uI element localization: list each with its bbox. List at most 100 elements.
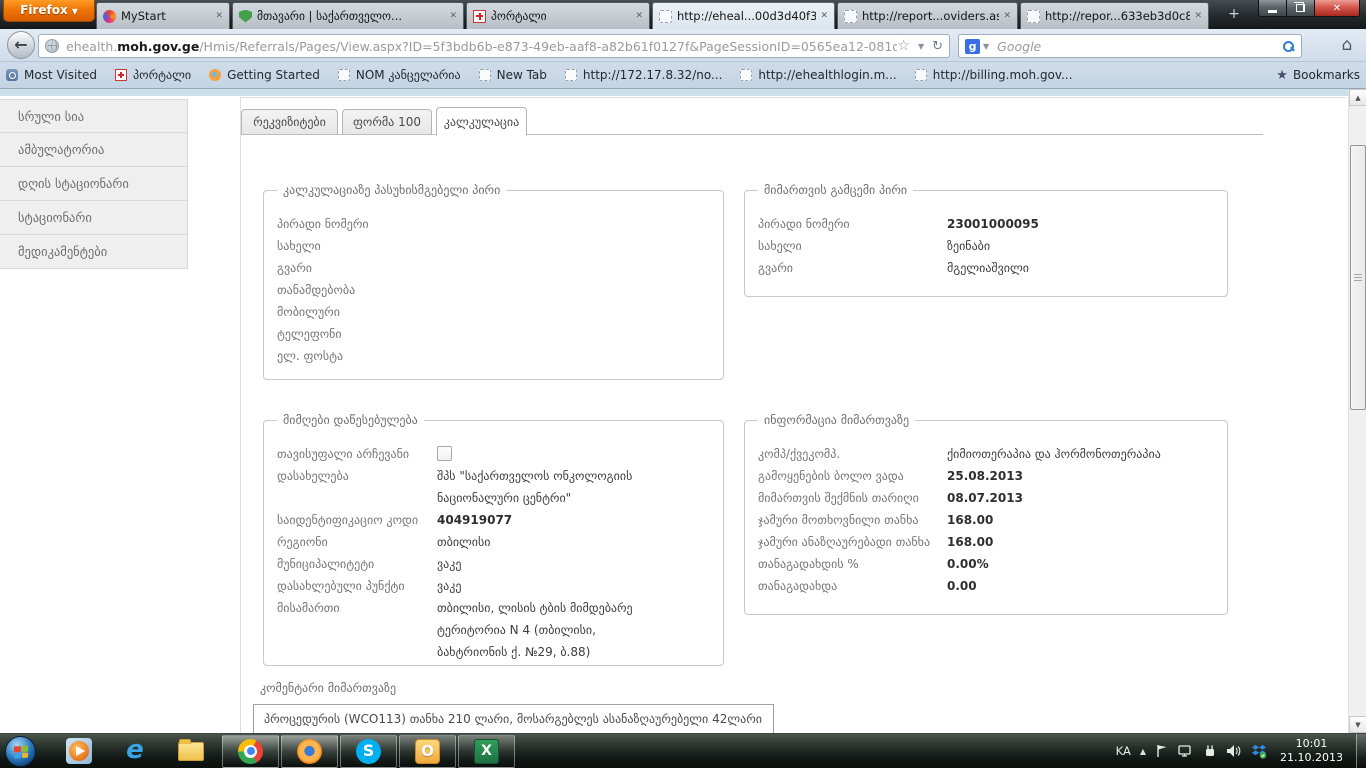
fieldset-calculation-responsible: კალკულაციაზე პასუხისმგებელი პირიპირადი ნ… [263,190,724,380]
browser-tab[interactable]: http://report...oviders.aspx ✕ [837,2,1018,29]
field-row: ჯამური მოთხოვნილი თანხა168.00 [758,509,1213,531]
field-row: თანაგადახდის %0.00% [758,553,1213,575]
minimize-button[interactable] [1258,0,1287,17]
dropbox-icon[interactable] [1251,744,1267,759]
power-plug-icon[interactable] [1203,744,1217,758]
outlook-taskbar-button[interactable]: O [399,735,456,768]
bookmark-item[interactable]: პორტალი [115,68,191,82]
network-icon[interactable] [1178,744,1194,758]
screen: Firefox▼ MyStart✕მთავარი | საქართველო...… [0,0,1366,768]
home-button[interactable]: ⌂ [1334,32,1360,58]
sidebar-item[interactable]: სრული სია [0,99,188,133]
field-value: 404919077 [437,509,512,531]
bookmarks-menu-button[interactable]: ★ Bookmarks [1276,68,1360,83]
tab-close-icon[interactable]: ✕ [215,11,223,21]
tab-close-icon[interactable]: ✕ [449,11,457,21]
scroll-down-button[interactable]: ▼ [1349,716,1366,733]
field-value: ვაკე [437,575,461,597]
search-icon[interactable] [1282,40,1295,53]
firefox-taskbar-button[interactable] [281,735,338,768]
speaker-icon[interactable] [1226,744,1242,758]
scroll-up-button[interactable]: ▲ [1349,89,1366,106]
field-value: 25.08.2013 [947,465,1023,487]
browser-tab[interactable]: MyStart✕ [96,2,230,29]
excel-taskbar-button[interactable]: X [458,735,515,768]
page-tab[interactable]: ფორმა 100 [342,109,432,135]
url-bar[interactable]: ehealth.moh.gov.ge/Hmis/Referrals/Pages/… [38,34,950,58]
placeholder-icon [915,69,927,81]
bookmark-item[interactable]: Getting Started [209,68,320,82]
url-text[interactable]: ehealth.moh.gov.ge/Hmis/Referrals/Pages/… [66,39,897,54]
action-center-flag-icon[interactable] [1155,744,1169,758]
page-scrollbar[interactable]: ▲ ▼ [1348,89,1366,733]
field-row: მისამართითბილისი, ლისის ტბის მიმდებარე ტ… [277,597,709,663]
language-indicator[interactable]: KA [1116,744,1131,758]
sidebar-item[interactable]: სტაციონარი [0,201,188,235]
minimize-icon [1268,10,1277,13]
page-tab[interactable]: რეკვიზიტები [241,109,338,135]
sidebar-item[interactable]: მედიკამენტები [0,235,188,269]
tray-expand-icon[interactable]: ▲ [1140,747,1146,756]
new-tab-button[interactable]: + [1222,6,1246,24]
bookmark-star-icon[interactable]: ☆ [897,38,910,54]
tray-time: 10:01 [1280,737,1343,751]
tab-close-icon[interactable]: ✕ [635,11,643,21]
page-tab[interactable]: კალკულაცია [436,107,527,136]
bookmark-item[interactable]: http://billing.moh.gov... [915,68,1073,82]
bookmark-item[interactable]: http://172.17.8.32/no... [565,68,723,82]
scrollbar-thumb[interactable] [1350,145,1366,410]
firefox-menu-label: Firefox [20,3,68,17]
windows-media-player-icon[interactable] [66,738,92,764]
browser-tab[interactable]: http://repor...633eb3d0c84 ✕ [1020,2,1209,29]
start-button[interactable] [5,736,36,767]
sidebar-item[interactable]: დღის სტაციონარი [0,167,188,201]
sidebar-item[interactable]: ამბულატორია [0,133,188,167]
field-label: ტელეფონი [277,323,437,345]
tab-close-icon[interactable]: ✕ [1194,11,1202,21]
bookmark-items: Most Visited პორტალი Getting Started NOM კა… [6,68,1276,82]
windows-explorer-icon[interactable] [178,738,204,764]
google-icon[interactable]: g [965,39,980,54]
browser-tab[interactable]: მთავარი | საქართველო...✕ [232,2,464,29]
close-button[interactable]: ✕ [1314,0,1360,17]
field-label: თანაგადახდის % [758,553,947,575]
skype-taskbar-button[interactable]: S [340,735,397,768]
url-dropdown-icon[interactable]: ▼ [918,42,924,51]
browser-tab[interactable]: http://eheal...00d3d40f3a1✕ [652,2,835,29]
bookmark-item[interactable]: Most Visited [6,68,97,82]
chrome-taskbar-button[interactable] [222,735,279,768]
bookmark-item[interactable]: http://ehealthlogin.m... [740,68,896,82]
maximize-button[interactable] [1287,0,1314,17]
field-label: დასახლებული პუნქტი [277,575,437,597]
browser-tab-bar: Firefox▼ MyStart✕მთავარი | საქართველო...… [0,0,1366,29]
search-input[interactable]: g ▼ Google [958,34,1302,58]
field-label: სახელი [758,235,947,257]
field-row: გვარი [277,257,709,279]
reload-icon[interactable]: ↻ [932,39,943,54]
field-row: ტელეფონი [277,323,709,345]
field-label: პირადი ნომერი [758,213,947,235]
show-desktop-button[interactable] [1356,734,1366,768]
field-label: თანაგადახდა [758,575,947,597]
tab-close-icon[interactable]: ✕ [820,11,828,21]
free-choice-checkbox[interactable] [437,446,452,461]
placeholder-icon [338,69,350,81]
bookmarks-toolbar: Most Visited პორტალი Getting Started NOM კა… [0,62,1366,89]
comment-textarea[interactable]: პროცედურის (WCO113) თანხა 210 ლარი, მოსა… [253,704,774,733]
tab-close-icon[interactable]: ✕ [1003,11,1011,21]
field-label: პირადი ნომერი [277,213,437,235]
bookmark-label: პორტალი [133,68,191,82]
bookmark-item[interactable]: New Tab [479,68,547,82]
tab-title: http://repor...633eb3d0c84 [1045,9,1190,23]
tab-title: http://report...oviders.aspx [862,9,999,23]
bookmark-item[interactable]: NOM კანცელარია [338,68,461,82]
clock[interactable]: 10:01 21.10.2013 [1280,737,1343,765]
back-button[interactable]: ← [7,31,35,59]
browser-tab[interactable]: პორტალი✕ [466,2,650,29]
window-controls: ✕ [1258,0,1360,17]
content-panel: რეკვიზიტებიფორმა 100კალკულაცია კალკულაცი… [240,97,1346,733]
internet-explorer-icon[interactable]: e [122,738,148,764]
search-engine-dropdown-icon[interactable]: ▼ [983,42,989,51]
field-value: 0.00 [947,575,977,597]
firefox-menu-button[interactable]: Firefox▼ [3,0,95,22]
